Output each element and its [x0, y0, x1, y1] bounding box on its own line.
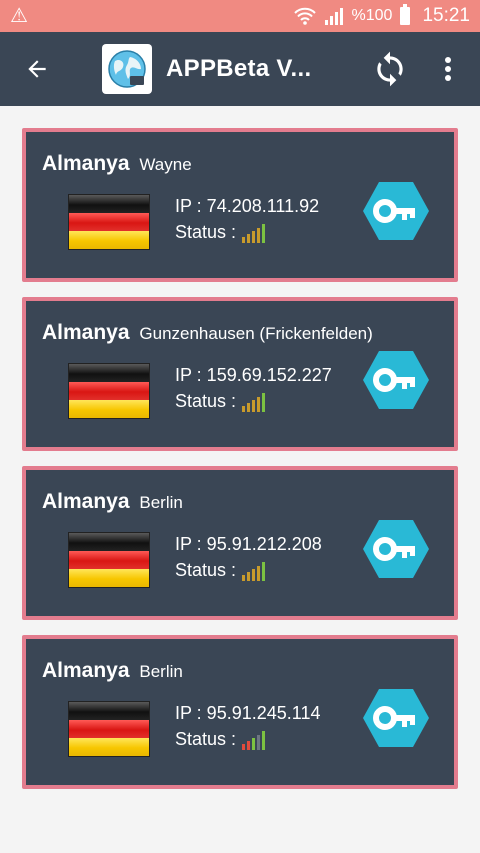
status-label: Status : [175, 560, 237, 580]
server-title: Almanya Berlin [42, 490, 183, 514]
status-label: Status : [175, 391, 237, 411]
server-title: Almanya Wayne [42, 152, 192, 176]
signal-bar [247, 741, 251, 750]
connect-key-button[interactable] [362, 349, 430, 411]
server-title: Almanya Gunzenhausen (Frickenfelden) [42, 321, 373, 345]
server-country: Almanya [42, 659, 130, 682]
globe-icon [108, 50, 146, 88]
signal-bar [242, 744, 246, 750]
signal-strength-icon [242, 392, 266, 412]
server-card[interactable]: Almanya Berlin IP : 95.91.212.208 Status… [22, 466, 458, 620]
signal-bar [262, 393, 266, 412]
app-logo [102, 44, 152, 94]
battery-icon [400, 4, 411, 25]
status-label: Status : [175, 222, 237, 242]
app-title: APPBeta V... [166, 55, 312, 82]
server-ip: IP : 95.91.245.114 [175, 703, 321, 723]
signal-bar [242, 406, 246, 412]
signal-bar [257, 566, 261, 581]
signal-strength-icon [242, 223, 266, 243]
signal-bar [252, 569, 256, 581]
signal-bar [262, 731, 266, 750]
battery-percent: %100 [351, 7, 393, 24]
signal-strength-icon [242, 730, 266, 750]
signal-bar [247, 234, 251, 243]
signal-bar [262, 562, 266, 581]
signal-bar [252, 400, 256, 412]
server-ip: IP : 95.91.212.208 [175, 534, 322, 554]
refresh-icon [377, 51, 403, 87]
server-card[interactable]: Almanya Berlin IP : 95.91.245.114 Status… [22, 635, 458, 789]
germany-flag-icon [68, 701, 150, 757]
app-bar: APPBeta V... [0, 32, 480, 106]
signal-bar [252, 231, 256, 243]
signal-bar [262, 224, 266, 243]
server-country: Almanya [42, 152, 130, 175]
signal-bar [257, 735, 261, 750]
connect-key-button[interactable] [362, 687, 430, 749]
clock: 15:21 [422, 5, 470, 26]
arrow-back-icon [28, 60, 46, 78]
refresh-button[interactable] [366, 45, 414, 93]
signal-bar [247, 572, 251, 581]
server-city: Berlin [139, 662, 183, 681]
server-city: Berlin [139, 493, 183, 512]
more-options-button[interactable] [424, 45, 472, 93]
server-card[interactable]: Almanya Wayne IP : 74.208.111.92 Status … [22, 128, 458, 282]
germany-flag-icon [68, 363, 150, 419]
server-ip: IP : 159.69.152.227 [175, 365, 332, 385]
server-card[interactable]: Almanya Gunzenhausen (Frickenfelden) IP … [22, 297, 458, 451]
signal-bar [242, 575, 246, 581]
germany-flag-icon [68, 532, 150, 588]
server-status: Status : [175, 729, 266, 750]
signal-bar [252, 738, 256, 750]
signal-bar [247, 403, 251, 412]
wifi-icon [293, 7, 316, 25]
signal-strength-icon [242, 561, 266, 581]
back-button[interactable] [0, 32, 74, 106]
server-ip: IP : 74.208.111.92 [175, 196, 320, 216]
server-status: Status : [175, 391, 266, 412]
server-country: Almanya [42, 490, 130, 513]
status-label: Status : [175, 729, 237, 749]
warning-icon: ⚠ [10, 5, 28, 27]
connect-key-button[interactable] [362, 518, 430, 580]
status-bar: ⚠ %100 15:21 [0, 0, 480, 32]
server-city: Gunzenhausen (Frickenfelden) [139, 324, 373, 343]
connect-key-button[interactable] [362, 180, 430, 242]
signal-bar [257, 228, 261, 243]
server-country: Almanya [42, 321, 130, 344]
signal-bar [257, 397, 261, 412]
more-vert-icon [445, 57, 451, 81]
server-city: Wayne [139, 155, 192, 174]
server-title: Almanya Berlin [42, 659, 183, 683]
server-list: Almanya Wayne IP : 74.208.111.92 Status … [22, 128, 458, 804]
cell-signal-icon [324, 8, 343, 25]
server-status: Status : [175, 222, 266, 243]
germany-flag-icon [68, 194, 150, 250]
server-status: Status : [175, 560, 266, 581]
signal-bar [242, 237, 246, 243]
